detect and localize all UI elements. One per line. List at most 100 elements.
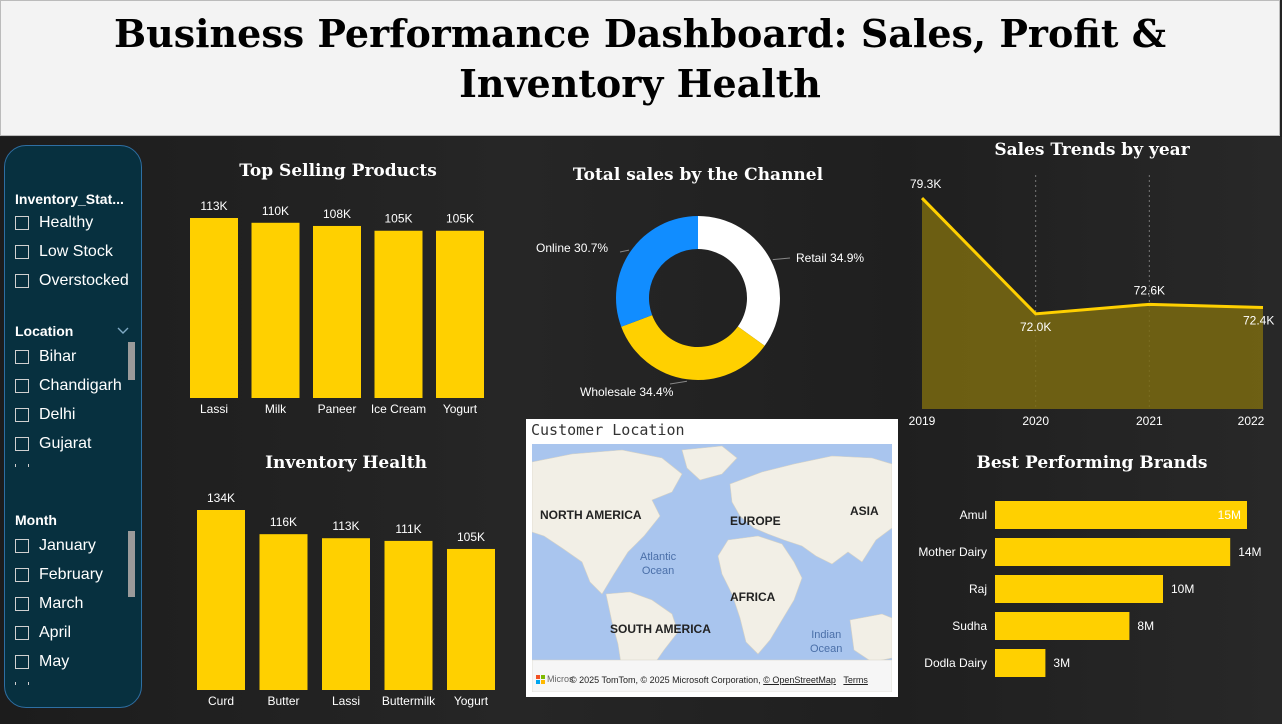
- bar[interactable]: [995, 538, 1231, 566]
- title-bar: Business Performance Dashboard: Sales, P…: [0, 0, 1280, 136]
- bar[interactable]: [384, 540, 433, 690]
- category-label: Milk: [265, 402, 287, 416]
- bar[interactable]: [251, 222, 300, 398]
- checkbox[interactable]: [15, 568, 29, 582]
- data-label: 113K: [332, 519, 359, 533]
- slicer-option-bihar[interactable]: Bihar: [15, 345, 76, 369]
- microsoft-logo-icon: [536, 674, 545, 684]
- customer-location-map[interactable]: NORTH AMERICA EUROPE ASIA AFRICA SOUTH A…: [532, 444, 892, 692]
- data-label: 105K: [446, 212, 474, 226]
- slicer-option-april[interactable]: April: [15, 621, 71, 645]
- checkbox[interactable]: [15, 245, 29, 259]
- slicer-option-label: Gujarat: [39, 435, 92, 452]
- top-selling-chart[interactable]: 113K Lassi 110K Milk 108K Paneer 105K Ice Cream…: [180, 190, 500, 420]
- openstreetmap-link[interactable]: © OpenStreetMap: [763, 675, 836, 685]
- leader-line: [669, 380, 688, 385]
- chevron-down-icon[interactable]: [117, 327, 129, 335]
- bar[interactable]: [995, 501, 1247, 529]
- slicer-option-label: Chandigarh: [39, 377, 122, 394]
- inventory-health-chart[interactable]: 134K Curd 116K Butter 113K Lassi 111K Buttermil…: [188, 482, 508, 714]
- slicer-panel: Inventory_Stat... Healthy Low Stock Over…: [4, 145, 142, 708]
- category-label: Amul: [960, 508, 987, 522]
- map-label-europe: EUROPE: [730, 514, 781, 528]
- bar[interactable]: [995, 575, 1163, 603]
- channel-sales-donut-chart[interactable]: Retail 34.9% Wholesale 34.4% Online 30.7%: [520, 196, 900, 411]
- leader-line: [619, 249, 630, 253]
- map-title: Customer Location: [531, 421, 685, 439]
- bar[interactable]: [447, 548, 495, 690]
- terms-link[interactable]: Terms: [843, 675, 868, 685]
- bar[interactable]: [436, 230, 484, 398]
- slicer-option-overstocked[interactable]: Overstocked: [15, 269, 129, 293]
- data-label: 72.6K: [1134, 283, 1165, 297]
- slicer-option-label: Healthy: [39, 214, 94, 231]
- category-label: Lassi: [200, 402, 228, 416]
- category-label: Curd: [208, 694, 234, 708]
- data-label: 10M: [1171, 582, 1194, 596]
- data-label: 14M: [1238, 545, 1261, 559]
- bar[interactable]: [259, 534, 308, 690]
- map-label-north-america: NORTH AMERICA: [540, 508, 642, 522]
- slicer-option-gujarat[interactable]: Gujarat: [15, 432, 91, 456]
- category-label: Mother Dairy: [918, 545, 987, 559]
- location-slicer-title: Location: [15, 323, 74, 339]
- clipped-checkbox: [15, 464, 29, 467]
- data-label: 3M: [1053, 656, 1070, 670]
- category-label: Buttermilk: [382, 694, 436, 708]
- best-brands-chart[interactable]: Amul 15M Mother Dairy 14M Raj 10M Sudha 8M Dodla…: [905, 495, 1282, 685]
- slice-label: Retail 34.9%: [796, 251, 864, 265]
- category-label: Sudha: [952, 619, 987, 633]
- map-label-asia: ASIA: [850, 504, 879, 518]
- checkbox[interactable]: [15, 350, 29, 364]
- slicer-option-february[interactable]: February: [15, 563, 103, 587]
- data-label: 108K: [323, 207, 351, 221]
- slicer-option-january[interactable]: January: [15, 534, 96, 558]
- checkbox[interactable]: [15, 626, 29, 640]
- slicer-option-low-stock[interactable]: Low Stock: [15, 240, 113, 264]
- bar[interactable]: [374, 230, 423, 398]
- bar[interactable]: [313, 225, 361, 398]
- slicer-option-label: Bihar: [39, 348, 77, 365]
- checkbox[interactable]: [15, 437, 29, 451]
- checkbox[interactable]: [15, 274, 29, 288]
- map-label-south-america: SOUTH AMERICA: [610, 622, 711, 636]
- data-label: 72.0K: [1020, 320, 1051, 334]
- slicer-option-delhi[interactable]: Delhi: [15, 403, 75, 427]
- checkbox[interactable]: [15, 597, 29, 611]
- bar[interactable]: [197, 510, 245, 690]
- x-tick-label: 2022: [1238, 414, 1265, 428]
- slice-label: Online 30.7%: [536, 241, 608, 255]
- data-label: 105K: [384, 212, 412, 226]
- location-scrollbar[interactable]: [128, 342, 135, 380]
- checkbox[interactable]: [15, 216, 29, 230]
- leader-line: [772, 257, 791, 261]
- slice-label: Wholesale 34.4%: [580, 385, 674, 399]
- data-label: 8M: [1137, 619, 1154, 633]
- inventory-health-title: Inventory Health: [265, 453, 427, 473]
- sales-trends-area-chart[interactable]: 79.3K 2019 72.0K 2020 72.6K 2021 72.4K 2022: [900, 165, 1282, 435]
- bar[interactable]: [995, 649, 1046, 677]
- bar[interactable]: [190, 218, 238, 398]
- category-label: Yogurt: [454, 694, 489, 708]
- data-label: 134K: [207, 491, 235, 505]
- slicer-option-may[interactable]: May: [15, 650, 69, 674]
- data-label: 79.3K: [910, 177, 941, 191]
- bar[interactable]: [995, 612, 1130, 640]
- slicer-option-march[interactable]: March: [15, 592, 83, 616]
- best-brands-title: Best Performing Brands: [976, 453, 1208, 473]
- donut-slice[interactable]: [698, 216, 780, 346]
- slicer-option-chandigarh[interactable]: Chandigarh: [15, 374, 122, 398]
- x-tick-label: 2019: [909, 414, 936, 428]
- month-scrollbar[interactable]: [128, 531, 135, 597]
- donut-slice[interactable]: [616, 216, 698, 327]
- bar[interactable]: [322, 538, 370, 690]
- checkbox[interactable]: [15, 655, 29, 669]
- x-tick-label: 2021: [1136, 414, 1163, 428]
- slicer-option-healthy[interactable]: Healthy: [15, 211, 93, 235]
- clipped-checkbox: [15, 682, 29, 685]
- checkbox[interactable]: [15, 408, 29, 422]
- checkbox[interactable]: [15, 539, 29, 553]
- area-fill: [922, 198, 1263, 409]
- channel-sales-title: Total sales by the Channel: [572, 165, 824, 185]
- checkbox[interactable]: [15, 379, 29, 393]
